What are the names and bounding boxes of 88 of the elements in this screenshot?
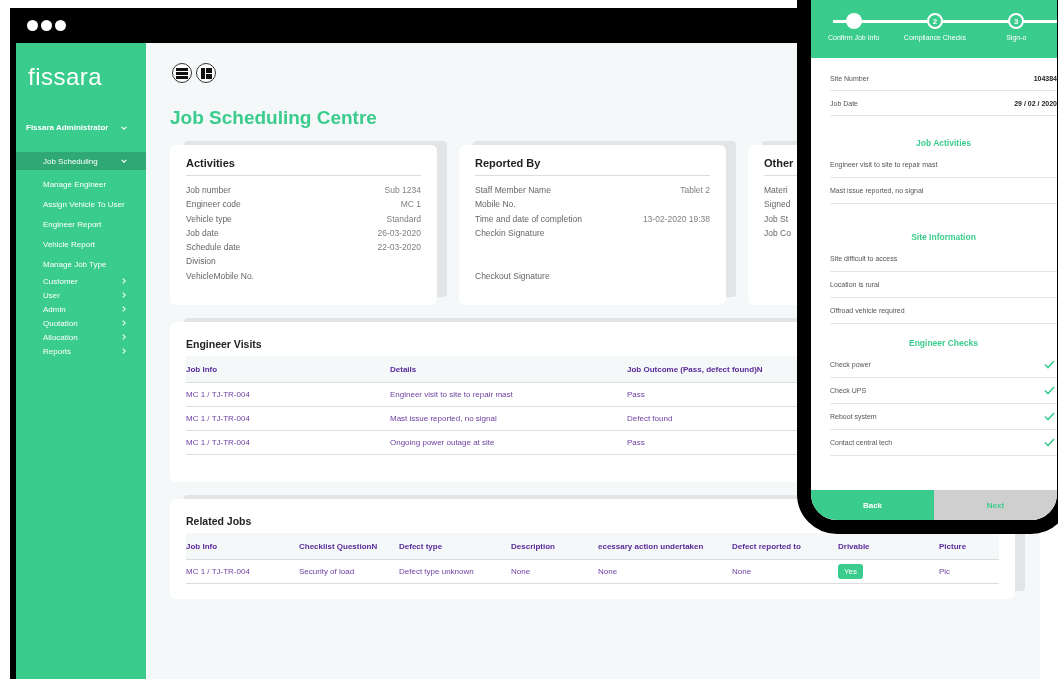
column-header: ecessary action undertaken [598, 541, 705, 551]
chevron-icon [120, 157, 128, 165]
list-view-button[interactable] [172, 63, 192, 83]
field-value: 13-02-2020 19:38 [642, 213, 710, 226]
table-cell-text: Mast issue reported, no signal [390, 414, 498, 423]
status-badge: Yes [838, 564, 864, 579]
back-button[interactable]: Back [811, 490, 934, 520]
field-value: 26-03-2020 [377, 227, 421, 240]
column-header: Job Info [186, 541, 219, 551]
check-icon[interactable] [1044, 360, 1055, 369]
card-title: Reported By [475, 157, 710, 176]
nav-item[interactable]: Quotation [16, 316, 146, 330]
table-cell: None [598, 567, 618, 576]
grid-icon [200, 67, 212, 79]
nav-item[interactable]: Allocation [16, 330, 146, 344]
field-label: VehicleMobile No. [186, 270, 255, 283]
page-title: Job Scheduling Centre [170, 107, 378, 129]
nav-item[interactable]: Customer [16, 274, 146, 288]
field-label: Division [186, 256, 216, 269]
field-label: Checkin Signature [475, 227, 545, 240]
field-value: Standard [386, 213, 421, 226]
step-number: 2 [927, 13, 943, 29]
field-label: Job Co [764, 227, 791, 240]
field-value: Tablet 2 [680, 185, 710, 197]
table-cell: Security of load [299, 567, 355, 576]
field-label: Staff Member Name [475, 185, 551, 197]
table-cell-text: MC 1 / TJ-TR-004 [186, 438, 251, 447]
table-cell-text: Engineer visit to site to repair mast [390, 390, 514, 399]
panel-title: Engineer Visits [186, 338, 262, 350]
table-cell-text: MC 1 / TJ-TR-004 [186, 390, 251, 399]
field-label: Schedule date [186, 242, 241, 255]
nav-subitem[interactable]: Manage Job Type [16, 254, 146, 274]
table-cell-text: Ongoing power outage at site [390, 438, 496, 447]
field-label: Checkout Signature [475, 270, 550, 283]
logo: fissara [27, 62, 104, 92]
field-value: Sub 1234 [384, 185, 421, 197]
column-header: Drivable [838, 541, 871, 551]
table-cell: Defect found [627, 414, 673, 423]
user-name[interactable]: Fissara Administrator [26, 123, 109, 132]
window-control-dot[interactable] [55, 20, 66, 31]
field-label: Job date [186, 227, 219, 240]
field-label: Signed [764, 199, 791, 212]
table-cell: MC 1 / TJ-TR-004 [186, 567, 250, 576]
card-title: Activities [186, 157, 421, 176]
nav-subitem[interactable]: Vehicle Report [16, 234, 146, 254]
column-header: Description [511, 541, 556, 551]
column-header: Job Info [186, 364, 219, 374]
field-label: Time and date of completion [475, 213, 582, 226]
nav-item[interactable]: Reports [16, 344, 146, 358]
check-icon[interactable] [1044, 438, 1055, 447]
nav-subitem[interactable]: Engineer Report [16, 214, 146, 234]
field-label: Job St [764, 213, 789, 226]
grid-view-button[interactable] [196, 63, 216, 83]
panel-title: Related Jobs [186, 515, 252, 527]
column-header: Defect reported to [732, 541, 802, 551]
table-cell: None [732, 567, 752, 576]
nav-item[interactable]: Admin [16, 302, 146, 316]
column-header: Defect type [399, 541, 444, 551]
list-icon [176, 67, 188, 79]
field-label: Engineer code [186, 199, 241, 212]
column-header: Checklist QuestionN [299, 541, 379, 551]
field-value: MC 1 [400, 199, 421, 212]
section-title: Engineer Checks [908, 337, 979, 350]
column-header: Picture [939, 541, 968, 551]
check-icon[interactable] [1044, 386, 1055, 395]
column-header: Details [390, 364, 418, 374]
field-label: Job number [186, 185, 231, 197]
nav-item[interactable]: User [16, 288, 146, 302]
field-value: 22-03-2020 [377, 242, 421, 255]
nav-subitem[interactable]: Assign Vehicle To User [16, 194, 146, 214]
nav-item[interactable]: Job Scheduling [16, 152, 146, 170]
table-cell: None [511, 567, 531, 576]
table-cell-text: MC 1 / TJ-TR-004 [186, 414, 251, 423]
field-label: Materi [764, 185, 788, 197]
table-cell: Pic [939, 567, 951, 576]
window-control-dot[interactable] [41, 20, 52, 31]
step-number: 3 [1008, 13, 1025, 29]
table-cell: Defect type unknown [399, 567, 474, 576]
table-cell: Pass [627, 390, 645, 399]
section-title: Job Activities [915, 137, 972, 150]
table-cell: Pass [627, 438, 645, 447]
nav-subitem[interactable]: Manage Engineer [16, 174, 146, 194]
field-label: Mobile No. [475, 199, 516, 212]
column-header: Job Outcome (Pass, defect found)N [627, 364, 763, 374]
field-label: Vehicle type [186, 213, 232, 226]
section-title: Site Information [910, 231, 977, 244]
window-control-dot[interactable] [27, 20, 38, 31]
check-icon[interactable] [1044, 412, 1055, 421]
